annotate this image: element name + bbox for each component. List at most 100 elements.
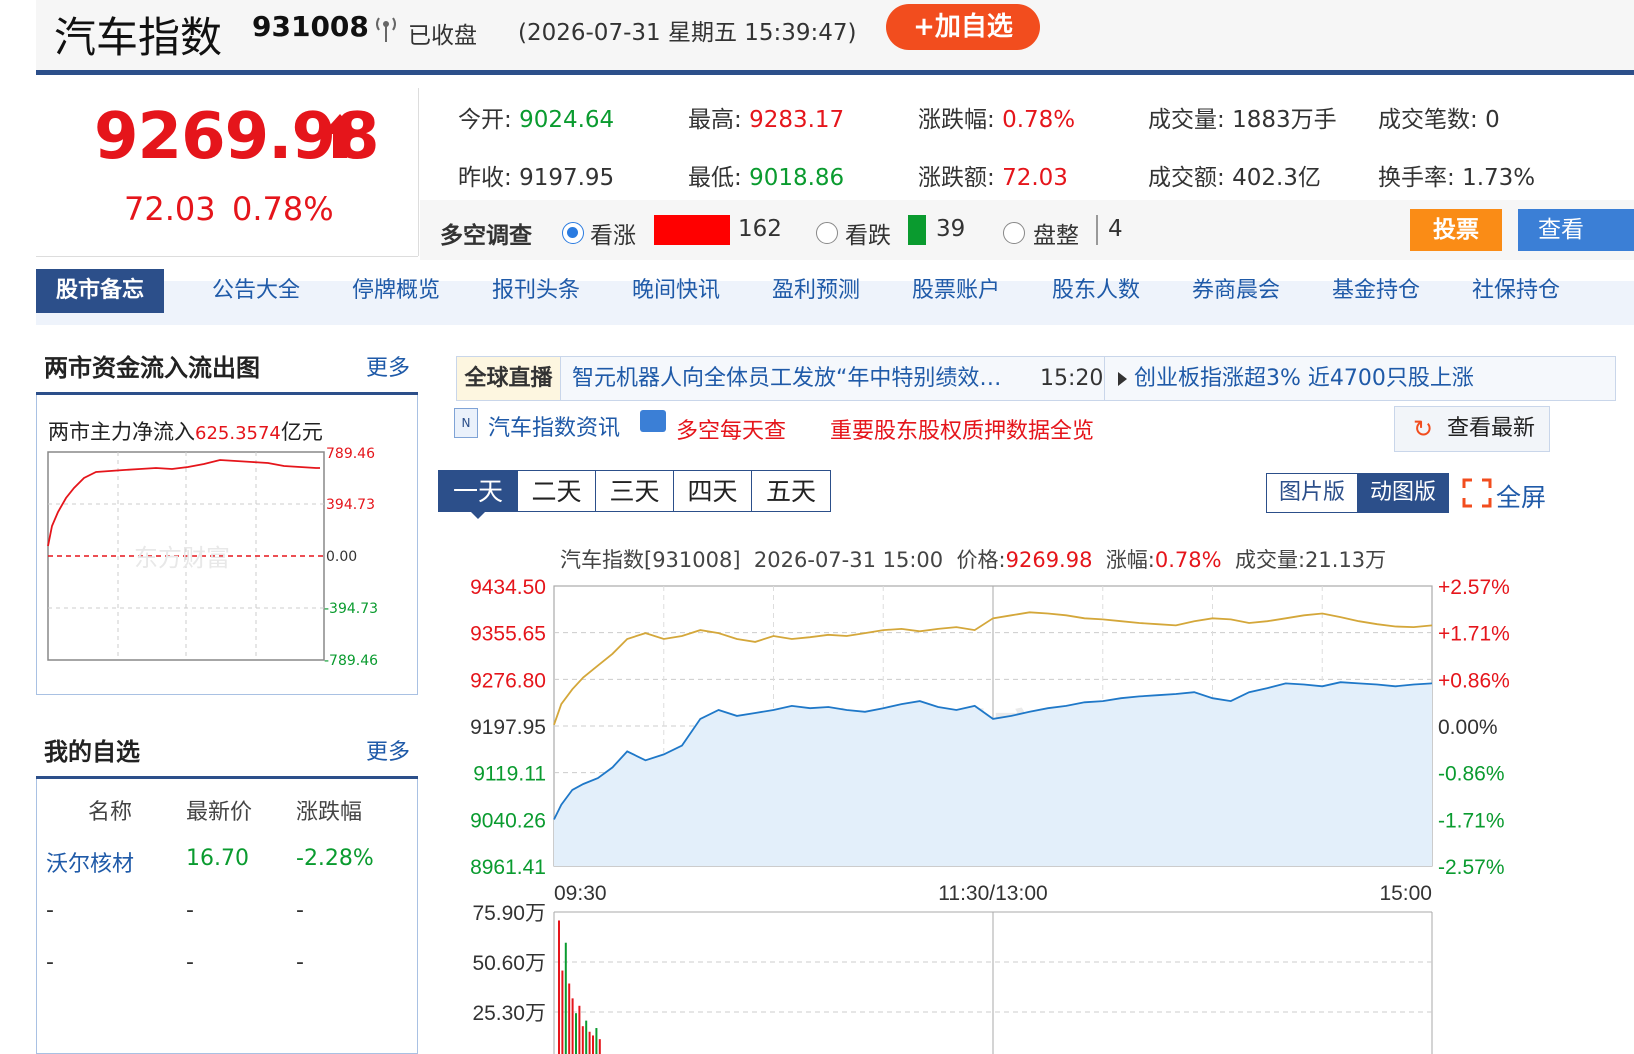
stat-high: 最高: 9283.17	[688, 107, 845, 133]
watch-stock-change: -2.28%	[296, 846, 374, 871]
tab-pointer	[470, 511, 486, 519]
daily-link[interactable]: 多空每天查	[676, 413, 786, 445]
radio-neutral[interactable]	[1003, 222, 1025, 244]
y-tick-right: -2.57%	[1438, 856, 1505, 879]
mode-image[interactable]: 图片版	[1266, 473, 1358, 513]
live-headline-2[interactable]: 创业板指涨超3% 近4700只股上涨	[1134, 357, 1474, 400]
mode-animated[interactable]: 动图版	[1357, 473, 1449, 513]
index-code: 931008	[252, 10, 369, 43]
price-change-pct: 0.78%	[232, 190, 334, 228]
volume-bar	[595, 1028, 598, 1054]
stat-low: 最低: 9018.86	[688, 165, 845, 191]
y-tick-right: -0.86%	[1438, 763, 1505, 786]
fund-flow-more-link[interactable]: 更多	[366, 350, 410, 382]
fullscreen-icon[interactable]	[1462, 478, 1492, 508]
fund-flow-label: 两市主力净流入625.3574亿元	[48, 420, 323, 444]
stat-amount: 成交额: 402.3亿	[1148, 165, 1321, 191]
nav-item[interactable]: 报刊头条	[492, 269, 580, 313]
watch-header: 涨跌幅	[296, 800, 363, 825]
nav-item-active[interactable]: 股市备忘	[36, 269, 164, 313]
volume-bar	[564, 942, 567, 1054]
pledge-link[interactable]: 重要股东股权质押数据全览	[830, 413, 1094, 445]
nav-item[interactable]: 公告大全	[212, 269, 300, 313]
bullish-bar	[654, 215, 730, 245]
survey-label: 多空调查	[440, 223, 532, 249]
tab-4day[interactable]: 四天	[673, 470, 752, 512]
signal-icon	[372, 14, 400, 44]
refresh-button[interactable]: ↻ 查看最新	[1394, 406, 1550, 452]
live-headline[interactable]: 智元机器人向全体员工发放“年中特别绩效…	[572, 357, 1001, 400]
monitor-icon	[640, 410, 666, 432]
x-tick-label: 09:30	[554, 882, 607, 905]
volume-tick: 75.90万	[472, 902, 546, 925]
tab-3day[interactable]: 三天	[595, 470, 674, 512]
watch-stock-name[interactable]: 沃尔核材	[46, 846, 134, 878]
volume-bar	[585, 1020, 588, 1054]
volume-bar	[578, 1005, 581, 1054]
add-watchlist-button[interactable]: +加自选	[886, 4, 1040, 50]
volume-tick: 25.30万	[472, 1002, 546, 1025]
stat-trades: 成交笔数: 0	[1378, 107, 1500, 133]
fullscreen-label[interactable]: 全屏	[1496, 478, 1546, 514]
divider	[36, 256, 418, 257]
up-arrow-icon	[320, 112, 360, 160]
neutral-label: 盘整	[1033, 223, 1079, 249]
bearish-bar	[908, 215, 926, 245]
y-tick-left: 9355.65	[470, 623, 546, 646]
nav-item[interactable]: 股票账户	[912, 269, 1000, 313]
check-button[interactable]: 查看	[1518, 209, 1634, 251]
y-tick-left: 9434.50	[470, 576, 546, 599]
intraday-chart: 9434.50 +2.57% 9355.65 +1.71% 9276.80 +0.86% 9…	[470, 576, 1510, 1054]
nav-item[interactable]: 基金持仓	[1332, 269, 1420, 313]
stat-turnover: 换手率: 1.73%	[1378, 165, 1536, 191]
radio-bullish[interactable]	[562, 222, 584, 244]
volume-bar	[581, 1026, 584, 1054]
volume-bar	[568, 983, 571, 1054]
watchlist-more-link[interactable]: 更多	[366, 734, 410, 766]
y-tick-left: 9040.26	[470, 809, 546, 832]
play-icon	[1118, 372, 1127, 386]
header-divider	[36, 70, 1634, 75]
nav-item[interactable]: 社保持仓	[1472, 269, 1560, 313]
fund-tick: 789.46	[326, 446, 375, 462]
quote-datetime: (2026-07-31 星期五 15:39:47)	[518, 20, 857, 46]
bearish-count: 39	[936, 216, 966, 242]
tab-1day[interactable]: 一天	[438, 470, 518, 512]
radio-bearish[interactable]	[816, 222, 838, 244]
y-tick-left: 9197.95	[470, 716, 546, 739]
nav-item[interactable]: 盈利预测	[772, 269, 860, 313]
fund-tick: -394.73	[324, 601, 378, 617]
nav-item[interactable]: 晚间快讯	[632, 269, 720, 313]
stat-change-amt: 涨跌额: 72.03	[918, 165, 1068, 191]
divider	[1104, 357, 1105, 400]
watch-empty: -	[186, 898, 194, 923]
refresh-label: 查看最新	[1447, 416, 1536, 441]
bullish-count: 162	[738, 216, 782, 242]
fund-tick: -789.46	[324, 653, 378, 668]
neutral-bar	[1096, 215, 1098, 245]
fund-tick: 0.00	[326, 549, 357, 565]
y-tick-right: +2.57%	[1438, 576, 1510, 599]
fund-flow-watermark: 东方财富	[134, 544, 230, 572]
stat-prev-close: 昨收: 9197.95	[458, 165, 615, 191]
volume-tick: 50.60万	[472, 952, 546, 975]
tab-2day[interactable]: 二天	[517, 470, 596, 512]
watch-empty: -	[296, 898, 304, 923]
nav-item[interactable]: 股东人数	[1052, 269, 1140, 313]
live-label: 全球直播	[457, 357, 561, 400]
nav-item[interactable]: 券商晨会	[1192, 269, 1280, 313]
nav-item[interactable]: 停牌概览	[352, 269, 440, 313]
bullish-label: 看涨	[590, 223, 636, 249]
stat-change-pct: 涨跌幅: 0.78%	[918, 107, 1076, 133]
y-tick-left: 9276.80	[470, 669, 546, 692]
vote-button[interactable]: 投票	[1410, 209, 1502, 251]
bearish-label: 看跌	[845, 223, 891, 249]
volume-bar	[588, 1031, 591, 1054]
stat-open: 今开: 9024.64	[458, 107, 615, 133]
tab-5day[interactable]: 五天	[751, 470, 831, 512]
watch-empty: -	[186, 950, 194, 975]
watch-empty: -	[46, 950, 54, 975]
fund-flow-title: 两市资金流入流出图	[44, 354, 260, 382]
watch-empty: -	[296, 950, 304, 975]
news-link[interactable]: 汽车指数资讯	[488, 410, 620, 442]
